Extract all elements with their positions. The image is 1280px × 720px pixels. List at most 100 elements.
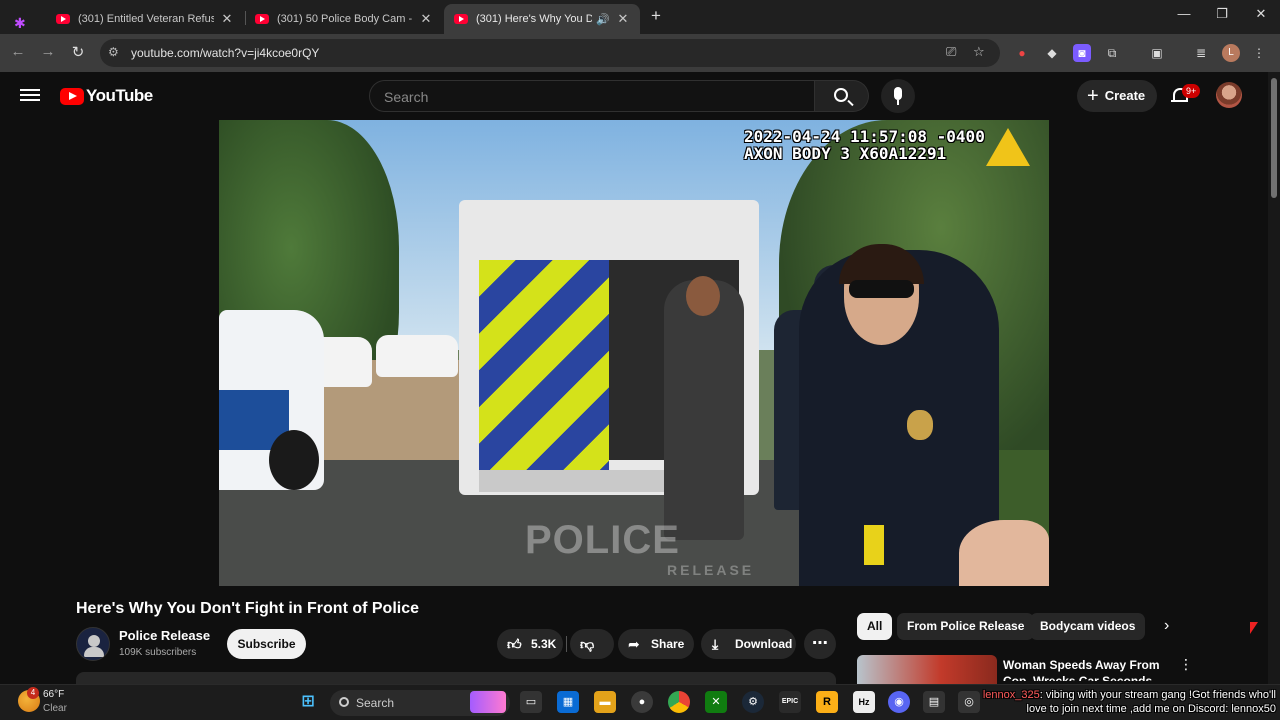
obs-icon[interactable]: ◎ xyxy=(958,691,980,713)
audio-playing-icon[interactable]: 🔊 xyxy=(596,13,610,26)
youtube-logo-icon[interactable] xyxy=(60,88,84,105)
steam-icon[interactable]: ⚙ xyxy=(742,691,764,713)
url-text[interactable]: youtube.com/watch?v=ji4kcoe0rQY xyxy=(131,46,319,60)
profile-icon[interactable]: L xyxy=(1222,44,1240,62)
page-scrollbar[interactable] xyxy=(1268,72,1280,684)
browser-menu-icon[interactable]: ⋮ xyxy=(1250,44,1268,62)
xbox-icon[interactable]: ✕ xyxy=(705,691,727,713)
share-button[interactable]: ➦ Share xyxy=(618,629,694,659)
like-count: 5.3K xyxy=(531,637,557,651)
like-button[interactable]: 👍︎ 5.3K xyxy=(497,629,563,659)
browser-tab-2[interactable]: (301) 50 Police Body Cam - You ✕ xyxy=(245,4,443,34)
purple-extension-icon[interactable]: ◙ xyxy=(1073,44,1091,62)
color-extension-icon[interactable]: ● xyxy=(1013,44,1031,62)
app-icon[interactable]: ▤ xyxy=(923,691,945,713)
video-title: Here's Why You Don't Fight in Front of P… xyxy=(76,600,420,617)
ambulance-stripes xyxy=(479,260,609,480)
diamond-extension-icon[interactable]: ◆ xyxy=(1043,44,1061,62)
app-icon[interactable]: ● xyxy=(631,691,653,713)
extensions-puzzle-icon[interactable]: ⧉ xyxy=(1103,44,1121,62)
browser-tab-1[interactable]: (301) Entitled Veteran Refuses t ✕ xyxy=(46,4,244,34)
channel-watermark: POLICE xyxy=(525,518,680,562)
store-icon[interactable]: ▦ xyxy=(557,691,579,713)
chip-bodycam[interactable]: Bodycam videos xyxy=(1030,613,1146,640)
officer-taser xyxy=(864,525,884,565)
youtube-favicon-icon xyxy=(255,14,269,24)
chat-username: lennox_325 xyxy=(982,689,1040,701)
recommendation-more-icon[interactable]: ⋮ xyxy=(1179,656,1193,673)
more-horizontal-icon: ⋯ xyxy=(812,635,828,652)
install-app-icon[interactable]: ⎚ xyxy=(946,44,956,60)
minimize-icon[interactable]: — xyxy=(1174,6,1194,21)
new-tab-button[interactable]: + xyxy=(646,6,666,26)
restore-icon[interactable]: ❐ xyxy=(1212,6,1232,22)
bookmark-star-icon[interactable]: ☆ xyxy=(973,44,985,60)
download-button[interactable]: ⤓ Download xyxy=(701,629,796,659)
timestamp-line: 2022-04-24 11:57:08 -0400 xyxy=(744,127,985,146)
officer-badge xyxy=(907,410,933,440)
weather-temperature[interactable]: 66°F xyxy=(43,689,64,700)
recommendation-thumbnail[interactable] xyxy=(857,655,997,685)
plus-icon: + xyxy=(1087,85,1099,107)
search-input[interactable] xyxy=(384,87,794,107)
tab-search-icon[interactable]: ▣ xyxy=(1148,44,1166,62)
chip-all[interactable]: All xyxy=(857,613,893,640)
voice-search-mic-icon[interactable] xyxy=(881,79,915,113)
police-car-wheel xyxy=(269,430,319,490)
video-scene-car xyxy=(376,335,458,377)
windows-start-icon[interactable]: ⊞ xyxy=(297,691,319,713)
bodycam-timestamp: 2022-04-24 11:57:08 -0400 AXON BODY 3 X60… xyxy=(744,128,985,162)
close-tab-icon[interactable]: ✕ xyxy=(419,11,433,27)
search-icon xyxy=(834,88,848,102)
address-bar[interactable]: ⚙ youtube.com/watch?v=ji4kcoe0rQY ⎚ ☆ xyxy=(100,39,1000,67)
search-box[interactable] xyxy=(369,80,815,112)
search-button[interactable] xyxy=(815,80,869,112)
video-scene-police-car xyxy=(219,310,324,490)
task-view-icon[interactable]: ▭ xyxy=(520,691,542,713)
discord-icon[interactable]: ◉ xyxy=(888,691,910,713)
channel-watermark-sub: RELEASE xyxy=(667,562,755,578)
chat-message: : vibing with your stream gang !Got frie… xyxy=(1026,689,1276,715)
video-player[interactable]: 2022-04-24 11:57:08 -0400 AXON BODY 3 X60… xyxy=(219,120,1049,586)
search-highlight-icon[interactable] xyxy=(470,691,506,713)
user-avatar[interactable] xyxy=(1216,82,1242,108)
video-scene-hand xyxy=(959,520,1049,586)
channel-avatar[interactable] xyxy=(76,627,110,661)
epic-games-icon[interactable]: EPIC xyxy=(779,691,801,713)
chrome-icon[interactable] xyxy=(668,691,690,713)
browser-tab-active[interactable]: (301) Here's Why You Don't 🔊 ✕ xyxy=(444,4,640,34)
reload-icon[interactable]: ↻ xyxy=(68,43,88,61)
rockstar-icon[interactable]: R xyxy=(816,691,838,713)
more-actions-button[interactable]: ⋯ xyxy=(804,629,836,659)
tab-title: (301) Here's Why You Don't xyxy=(476,13,593,25)
media-control-icon[interactable]: ≣ xyxy=(1192,44,1210,62)
download-label: Download xyxy=(735,637,793,651)
channel-name[interactable]: Police Release xyxy=(119,628,210,643)
subscribe-button[interactable]: Subscribe xyxy=(227,629,306,659)
share-arrow-icon: ➦ xyxy=(628,636,640,652)
description-box[interactable] xyxy=(76,672,836,684)
app-icon[interactable]: Hz xyxy=(853,691,875,713)
axon-logo-icon xyxy=(986,128,1030,166)
forward-arrow-icon[interactable]: → xyxy=(38,43,58,60)
file-explorer-icon[interactable]: ▬ xyxy=(594,691,616,713)
menu-hamburger-icon[interactable] xyxy=(20,86,40,106)
chips-next-chevron-icon[interactable]: › xyxy=(1164,617,1169,635)
scrollbar-thumb[interactable] xyxy=(1271,78,1277,198)
stream-chat-overlay: lennox_325: vibing with your stream gang… xyxy=(980,688,1280,716)
recommendation-title[interactable]: Woman Speeds Away From Cop, Wrecks Car S… xyxy=(1003,657,1173,681)
create-button[interactable]: + Create xyxy=(1077,80,1157,112)
browser-tab-bar: ✱ (301) Entitled Veteran Refuses t ✕ (30… xyxy=(0,0,1280,34)
dislike-button[interactable]: 👎︎ xyxy=(570,629,614,659)
site-info-icon[interactable]: ⚙ xyxy=(108,45,119,59)
youtube-logo-text[interactable]: YouTube xyxy=(86,86,153,106)
officer-sunglasses xyxy=(849,280,914,298)
youtube-favicon-icon xyxy=(454,14,468,24)
close-window-icon[interactable]: ✕ xyxy=(1251,6,1271,22)
close-tab-icon[interactable]: ✕ xyxy=(616,11,630,27)
close-tab-icon[interactable]: ✕ xyxy=(220,11,234,27)
youtube-favicon-icon xyxy=(56,14,70,24)
back-arrow-icon[interactable]: ← xyxy=(8,43,28,60)
chip-from-channel[interactable]: From Police Release xyxy=(897,613,1035,640)
thumbs-up-icon: 👍︎ xyxy=(507,636,522,652)
